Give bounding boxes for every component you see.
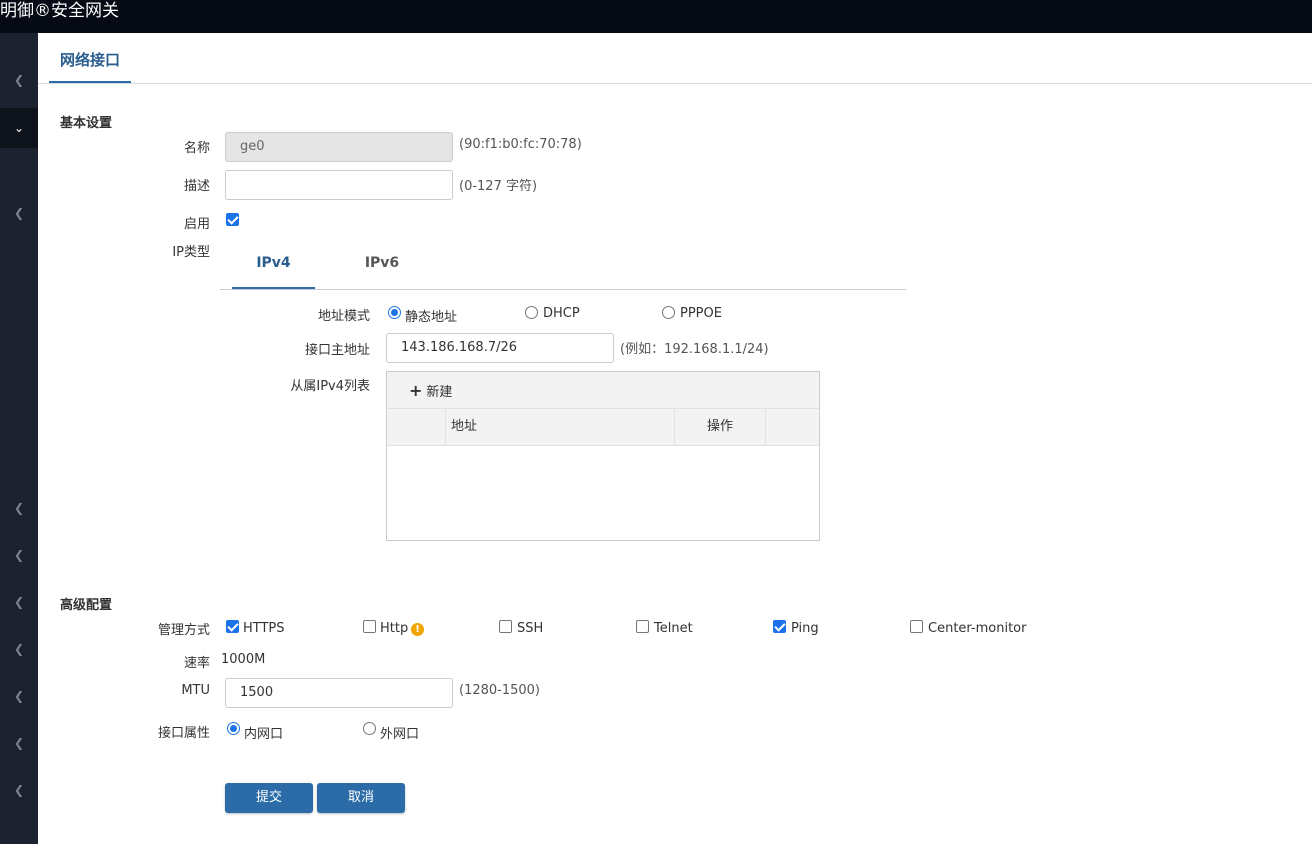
enable-checkbox[interactable] [226, 213, 239, 226]
addr-mode-pppoe-radio[interactable] [662, 306, 675, 319]
desc-label: 描述 [183, 179, 210, 194]
primary-addr-hint: (例如：192.168.1.1/24) [620, 342, 769, 357]
addr-mode-dhcp-radio[interactable] [525, 306, 538, 319]
mgmt-center-monitor-checkbox[interactable] [910, 620, 923, 633]
table-toolbar: + 新建 [387, 372, 819, 409]
addr-mode-dhcp-label: DHCP [543, 306, 580, 321]
mgmt-ping-label: Ping [791, 621, 819, 636]
mgmt-ping-checkbox[interactable] [773, 620, 786, 633]
new-button-label: 新建 [426, 385, 453, 400]
mgmt-telnet-label: Telnet [654, 621, 693, 636]
mtu-hint: (1280-1500) [459, 683, 541, 698]
sidebar: ❮ ⌄ ❮ ❮ ❮ ❮ ❮ ❮ ❮ ❮ [0, 33, 38, 844]
speed-value: 1000M [221, 652, 266, 667]
mgmt-label: 管理方式 [157, 623, 210, 638]
iptype-label: IP类型 [172, 245, 210, 260]
iface-internal-label: 内网口 [244, 727, 284, 742]
name-label: 名称 [183, 141, 210, 156]
mgmt-https-label: HTTPS [243, 621, 285, 636]
sidebar-chevron-icon[interactable]: ❮ [0, 488, 38, 528]
sidebar-chevron-icon[interactable]: ❮ [0, 193, 38, 233]
sidebar-collapse-icon[interactable]: ❮ [0, 60, 38, 100]
submit-button[interactable]: 提交 [225, 783, 313, 813]
sidebar-chevron-icon[interactable]: ❮ [0, 629, 38, 669]
iface-attr-label: 接口属性 [157, 726, 210, 741]
top-bar: 明御®安全网关 [0, 0, 1312, 33]
addr-mode-static-radio[interactable] [388, 306, 401, 319]
addr-mode-static-label: 静态地址 [405, 310, 458, 325]
sidebar-chevron-icon[interactable]: ❮ [0, 676, 38, 716]
mgmt-center-monitor-label: Center-monitor [928, 621, 1027, 636]
primary-addr-label: 接口主地址 [304, 343, 370, 358]
mtu-field[interactable]: 1500 [225, 678, 453, 708]
sidebar-chevron-icon[interactable]: ❮ [0, 770, 38, 810]
sub-list-label: 从属IPv4列表 [290, 379, 370, 394]
mgmt-telnet-checkbox[interactable] [636, 620, 649, 633]
main-panel: 网络接口 基本设置 名称 ge0 (90:f1:b0:fc:70:78) 描述 … [38, 33, 1312, 844]
tab-bar: 网络接口 [38, 33, 1312, 84]
iface-internal-radio[interactable] [227, 722, 240, 735]
ip-type-tabs: IPv4 IPv6 [220, 241, 906, 290]
mtu-label: MTU [181, 683, 210, 698]
tab-network-interface[interactable]: 网络接口 [49, 47, 132, 83]
iface-external-label: 外网口 [380, 727, 420, 742]
mgmt-ssh-checkbox[interactable] [499, 620, 512, 633]
mgmt-http-label: Http [380, 621, 409, 636]
desc-hint: (0-127 字符) [459, 179, 538, 194]
mgmt-ssh-label: SSH [517, 621, 544, 636]
sidebar-chevron-icon[interactable]: ❮ [0, 535, 38, 575]
addr-mode-pppoe-label: PPPOE [680, 306, 722, 321]
sub-ipv4-table: + 新建 地址 操作 [386, 371, 820, 541]
table-header: 地址 操作 [387, 409, 819, 446]
app-title: 明御®安全网关 [0, 1, 119, 21]
iface-external-radio[interactable] [363, 722, 376, 735]
desc-field[interactable] [225, 170, 453, 200]
mgmt-http-checkbox[interactable] [363, 620, 376, 633]
name-field[interactable]: ge0 [225, 132, 453, 162]
primary-addr-field[interactable]: 143.186.168.7/26 [386, 333, 614, 363]
sidebar-chevron-icon[interactable]: ❮ [0, 582, 38, 622]
section-basic-title: 基本设置 [60, 116, 113, 131]
sidebar-expand-icon[interactable]: ⌄ [0, 108, 38, 148]
warning-icon: ! [411, 623, 424, 636]
column-action: 操作 [675, 409, 766, 445]
table-select-column [387, 409, 446, 445]
enable-label: 启用 [183, 217, 210, 232]
column-address: 地址 [451, 409, 675, 445]
new-button[interactable]: + 新建 [409, 381, 452, 400]
addr-mode-label: 地址模式 [317, 309, 370, 324]
section-advanced-title: 高级配置 [60, 598, 113, 613]
mgmt-https-checkbox[interactable] [226, 620, 239, 633]
cancel-button[interactable]: 取消 [317, 783, 405, 813]
mac-hint: (90:f1:b0:fc:70:78) [459, 137, 582, 152]
plus-icon: + [409, 381, 423, 400]
tab-ipv6[interactable]: IPv6 [342, 241, 422, 289]
tab-ipv4[interactable]: IPv4 [232, 241, 315, 289]
sidebar-chevron-icon[interactable]: ❮ [0, 723, 38, 763]
speed-label: 速率 [183, 656, 210, 671]
